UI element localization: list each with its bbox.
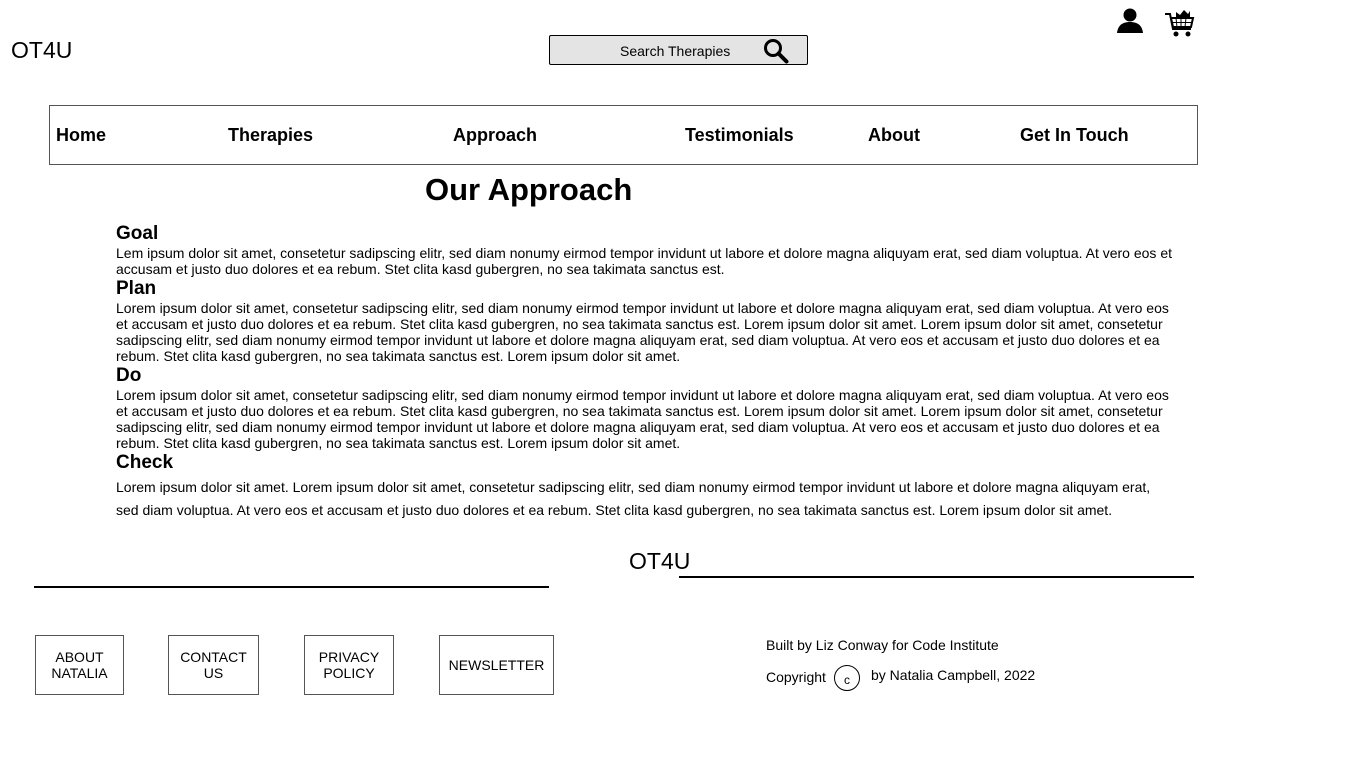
copyright-owner: by Natalia Campbell, 2022 — [871, 667, 1036, 683]
nav-item-testimonials[interactable]: Testimonials — [685, 125, 794, 146]
main-navigation: Home Therapies Approach Testimonials Abo… — [49, 105, 1198, 165]
copyright-label: Copyright — [766, 669, 826, 685]
section-body-do: Lorem ipsum dolor sit amet, consetetur s… — [116, 387, 1169, 451]
section-body-plan: Lorem ipsum dolor sit amet, consetetur s… — [116, 300, 1169, 364]
search-bar[interactable]: Search Therapies — [549, 35, 808, 65]
user-icon[interactable] — [1116, 7, 1144, 33]
footer-divider-left — [34, 586, 549, 588]
nav-item-therapies[interactable]: Therapies — [228, 125, 313, 146]
nav-item-about[interactable]: About — [868, 125, 920, 146]
site-logo[interactable]: OT4U — [11, 37, 72, 64]
footer-logo[interactable]: OT4U — [629, 548, 690, 575]
section-body-check: Lorem ipsum dolor sit amet. Lorem ipsum … — [116, 479, 1151, 518]
section-heading-do: Do — [116, 365, 142, 386]
about-natalia-button[interactable]: ABOUT NATALIA — [35, 635, 124, 695]
page-title: Our Approach — [425, 172, 633, 207]
search-icon[interactable] — [763, 38, 789, 64]
newsletter-button[interactable]: NEWSLETTER — [439, 635, 554, 695]
section-heading-plan: Plan — [116, 278, 157, 299]
cart-icon[interactable] — [1164, 8, 1196, 40]
nav-item-home[interactable]: Home — [56, 125, 106, 146]
copyright-icon: c — [834, 665, 860, 691]
section-heading-check: Check — [116, 452, 174, 473]
search-input-placeholder[interactable]: Search Therapies — [620, 43, 730, 59]
section-body-goal: Lem ipsum dolor sit amet, consetetur sad… — [116, 245, 1172, 277]
footer-divider-right — [679, 576, 1194, 578]
nav-item-approach[interactable]: Approach — [453, 125, 537, 146]
privacy-policy-button[interactable]: PRIVACY POLICY — [304, 635, 394, 695]
section-heading-goal: Goal — [116, 223, 159, 244]
built-by-credit: Built by Liz Conway for Code Institute — [766, 637, 999, 653]
contact-us-button[interactable]: CONTACT US — [168, 635, 259, 695]
nav-item-get-in-touch[interactable]: Get In Touch — [1020, 125, 1129, 146]
